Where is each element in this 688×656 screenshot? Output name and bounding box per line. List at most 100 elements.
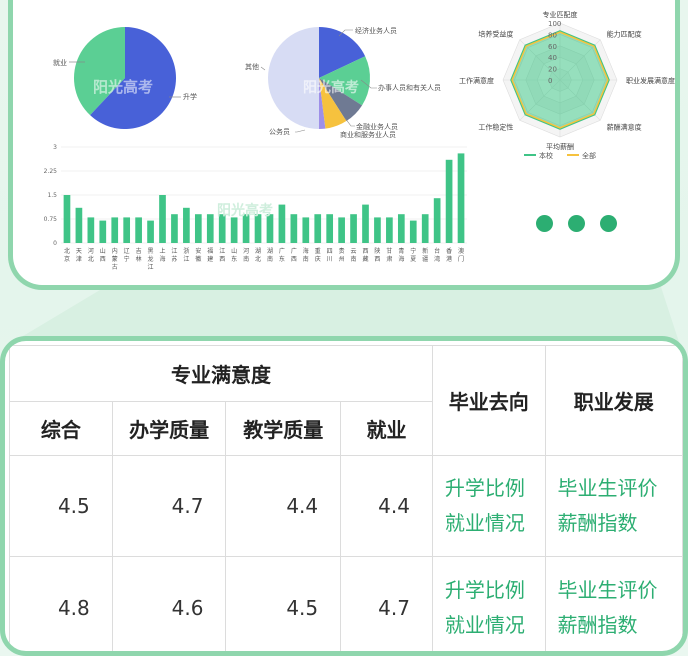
radar-tick: 40 [548,54,557,62]
pie1-label-employment: 就业 [53,58,67,67]
table-row: 4.5 4.7 4.4 4.4 升学比例 就业情况 毕业生评价 薪酬指数 [9,455,683,557]
bar-category-label: 青 [398,247,404,255]
bar [75,207,83,243]
pie2-label-3: 商业和服务业人员 [340,130,396,139]
radar-axis-label: 平均薪酬 [546,142,574,151]
bar-y-tick: 0 [53,240,57,247]
score-school-quality: 4.7 [111,455,227,557]
bar-category-label: 西 [362,248,368,255]
bar-category-label: 河 [88,247,94,255]
bar-category-label: 江 [148,264,154,271]
link-employment-status[interactable]: 就业情况 [445,608,545,643]
bar-category-label: 肃 [386,255,392,263]
career-links: 毕业生评价 薪酬指数 [544,556,683,651]
bar [147,220,154,243]
bar-category-label: 吉 [136,248,142,255]
bar [159,195,166,243]
bar-category-label: 海 [159,255,165,263]
bar [445,159,453,243]
score-overall: 4.8 [9,556,113,651]
bar-category-label: 南 [267,255,273,263]
radar-tick: 0 [548,77,552,85]
pie-chart-occupation: 阳光高考 经济业务人员 办事人员和有关人员 金融业务人员 商业和服务业人员 公务… [245,26,441,139]
bar-category-label: 徽 [195,255,201,263]
career-links: 毕业生评价 薪酬指数 [544,455,683,557]
bar-category-label: 港 [446,255,452,263]
bar-y-tick: 3 [53,144,57,151]
radar-legend: 本校 全部 [524,151,596,160]
bar [230,217,238,243]
bar-category-label: 门 [458,255,464,263]
carousel-dot-2[interactable] [568,215,585,232]
bar [111,217,119,243]
bar-category-label: 夏 [410,256,416,263]
bar [326,214,334,243]
bar [63,195,71,243]
table-row: 4.8 4.6 4.5 4.7 升学比例 就业情况 毕业生评价 薪酬指数 [9,556,683,651]
header-overall: 综合 [9,401,113,456]
bar [171,214,178,243]
satisfaction-table: 专业满意度 毕业去向 职业发展 综合 办学质量 教学质量 就业 4.5 4.7 … [9,345,683,651]
bar-category-label: 澳 [458,247,464,255]
bar-category-label: 州 [339,256,345,263]
pie2-label-5: 其他 [245,62,259,71]
pie-chart-destination: 就业 升学 阳光高考 [53,27,197,129]
bar-category-label: 山 [100,247,106,255]
radar-axis-label: 工作稳定性 [478,123,513,132]
bar [290,214,298,243]
header-school-quality: 办学质量 [111,401,227,456]
bar [421,214,429,243]
score-employment: 4.4 [340,455,433,557]
radar-axis-label: 职业发展满意度 [626,76,675,85]
bar-y-tick: 1.5 [47,192,57,199]
link-salary-index[interactable]: 薪酬指数 [558,506,683,541]
link-employment-status[interactable]: 就业情况 [445,506,545,541]
bar-category-label: 云 [351,248,357,255]
carousel-dot-3[interactable] [600,215,617,232]
radar-tick: 100 [548,20,561,28]
bar-category-label: 西 [291,256,297,263]
bar-category-label: 上 [159,247,165,255]
bar [362,204,369,243]
bar-category-label: 江 [183,256,189,263]
watermark-1: 阳光高考 [93,78,153,96]
bar [278,204,286,243]
pie2-label-2: 金融业务人员 [356,122,398,131]
score-employment: 4.7 [340,556,433,651]
header-career-development: 职业发展 [544,345,683,456]
satisfaction-table-card: 专业满意度 毕业去向 职业发展 综合 办学质量 教学质量 就业 4.5 4.7 … [0,336,688,656]
bar [87,217,95,243]
bar [135,217,142,243]
bar-category-label: 西 [374,256,380,263]
bar-category-label: 河 [243,247,249,255]
bar-category-label: 东 [279,255,285,263]
link-salary-index[interactable]: 薪酬指数 [558,608,683,643]
bar-category-label: 湾 [434,255,440,263]
bar-category-label: 湖 [255,247,261,255]
header-major-satisfaction: 专业满意度 [9,345,433,402]
header-graduation-destination: 毕业去向 [431,345,546,456]
bar-category-label: 藏 [362,255,368,263]
bar-category-label: 湖 [267,247,273,255]
header-employment: 就业 [340,401,433,456]
legend-this-school: 本校 [539,151,553,160]
bar-category-label: 龙 [148,255,154,263]
radar-tick: 60 [548,43,557,51]
link-further-study-ratio[interactable]: 升学比例 [445,471,545,506]
bar-category-label: 西 [100,256,106,263]
bar [433,198,441,243]
bar-category-label: 庆 [315,255,321,263]
bar-category-label: 黑 [148,248,154,255]
link-graduate-evaluation[interactable]: 毕业生评价 [558,471,683,506]
radar-tick: 20 [548,66,557,74]
link-further-study-ratio[interactable]: 升学比例 [445,573,545,608]
bar-category-label: 广 [291,247,297,255]
bar-category-label: 京 [64,255,70,263]
bar-category-label: 甘 [386,247,392,255]
header-teaching-quality: 教学质量 [225,401,342,456]
bar-category-label: 海 [398,255,404,263]
bar-category-label: 台 [434,247,440,255]
carousel-dot-1[interactable] [536,215,553,232]
link-graduate-evaluation[interactable]: 毕业生评价 [558,573,683,608]
bar-category-label: 辽 [124,247,130,255]
